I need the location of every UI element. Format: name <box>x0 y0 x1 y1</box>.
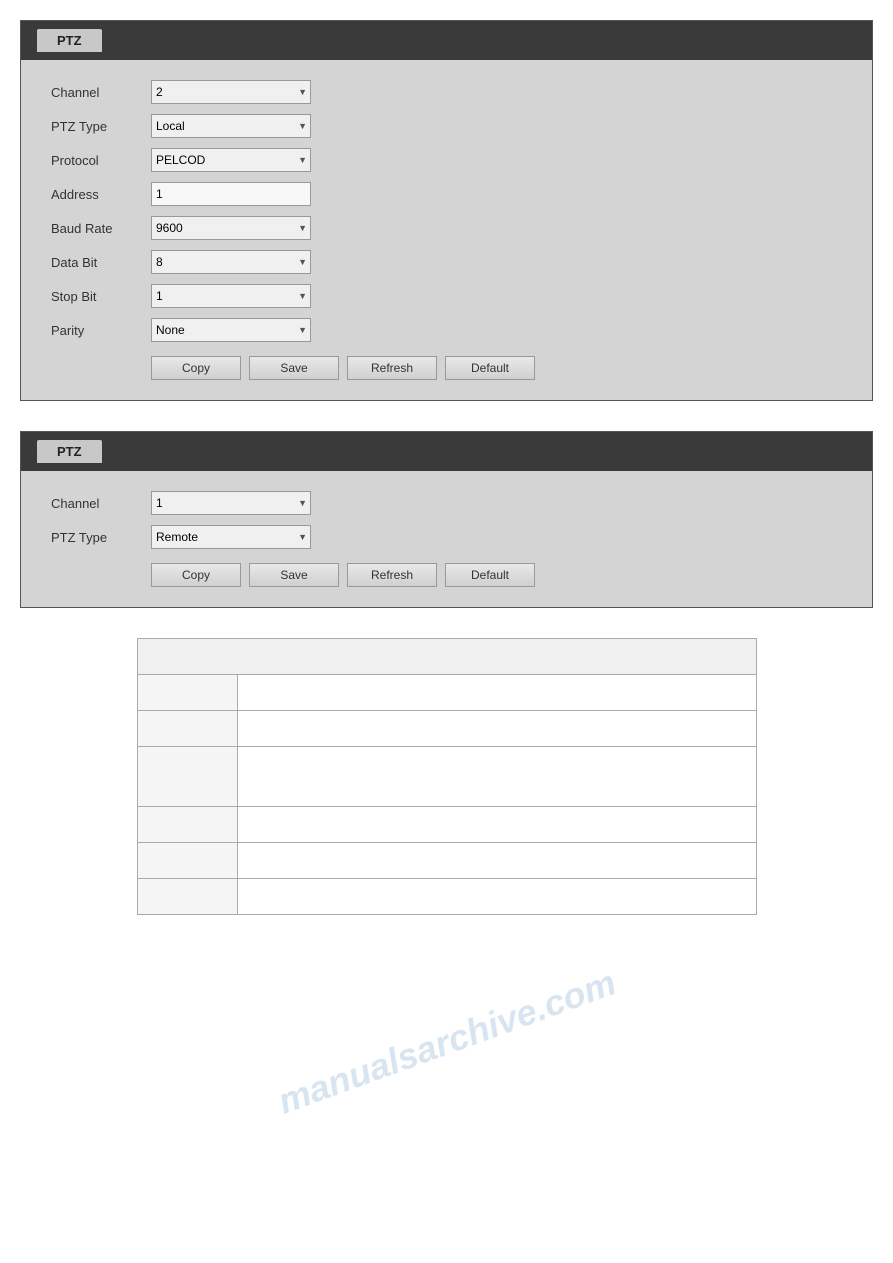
databit-select-wrapper[interactable]: 8 7 <box>151 250 311 274</box>
watermark: manualsarchive.com <box>272 961 621 1122</box>
table-row <box>137 639 756 675</box>
table-cell-left <box>137 807 237 843</box>
table-cell-left <box>137 843 237 879</box>
refresh-button-2[interactable]: Refresh <box>347 563 437 587</box>
protocol-select-wrapper[interactable]: PELCOD PELCOP <box>151 148 311 172</box>
table-row <box>137 711 756 747</box>
protocol-select[interactable]: PELCOD PELCOP <box>151 148 311 172</box>
parity-select-wrapper[interactable]: None Odd Even <box>151 318 311 342</box>
ptz-header-2: PTZ <box>21 432 872 471</box>
table-cell-left <box>137 711 237 747</box>
channel-row-1: Channel 2 1 3 4 <box>51 80 842 104</box>
protocol-row: Protocol PELCOD PELCOP <box>51 148 842 172</box>
save-button-2[interactable]: Save <box>249 563 339 587</box>
table-header-cell <box>137 639 756 675</box>
stopbit-select[interactable]: 1 2 <box>151 284 311 308</box>
channel-row-2: Channel 1 2 3 4 <box>51 491 842 515</box>
default-button-1[interactable]: Default <box>445 356 535 380</box>
databit-row: Data Bit 8 7 <box>51 250 842 274</box>
table-cell-left <box>137 675 237 711</box>
table-row <box>137 807 756 843</box>
button-row-2: Copy Save Refresh Default <box>51 563 842 587</box>
channel-select-wrapper-2[interactable]: 1 2 3 4 <box>151 491 311 515</box>
ptztype-select-2[interactable]: Remote Local <box>151 525 311 549</box>
channel-label-2: Channel <box>51 496 151 511</box>
copy-button-2[interactable]: Copy <box>151 563 241 587</box>
ptz-header-1: PTZ <box>21 21 872 60</box>
table-cell-right <box>237 711 756 747</box>
copy-button-1[interactable]: Copy <box>151 356 241 380</box>
baudrate-select[interactable]: 9600 4800 19200 38400 <box>151 216 311 240</box>
address-label: Address <box>51 187 151 202</box>
stopbit-row: Stop Bit 1 2 <box>51 284 842 308</box>
channel-select-1[interactable]: 2 1 3 4 <box>151 80 311 104</box>
baudrate-label: Baud Rate <box>51 221 151 236</box>
baudrate-row: Baud Rate 9600 4800 19200 38400 <box>51 216 842 240</box>
table-cell-left <box>137 879 237 915</box>
databit-select[interactable]: 8 7 <box>151 250 311 274</box>
table-cell-right <box>237 807 756 843</box>
channel-select-wrapper-1[interactable]: 2 1 3 4 <box>151 80 311 104</box>
table-cell-left <box>137 747 237 807</box>
stopbit-select-wrapper[interactable]: 1 2 <box>151 284 311 308</box>
ptztype-select-1[interactable]: Local Remote <box>151 114 311 138</box>
table-cell-right <box>237 747 756 807</box>
table-row <box>137 675 756 711</box>
stopbit-label: Stop Bit <box>51 289 151 304</box>
ptz-body-2: Channel 1 2 3 4 PTZ Type Remote Local Co… <box>21 471 872 607</box>
address-input[interactable] <box>151 182 311 206</box>
ptz-title-2: PTZ <box>37 440 102 463</box>
table-row <box>137 843 756 879</box>
table-row <box>137 747 756 807</box>
ptztype-label-1: PTZ Type <box>51 119 151 134</box>
bottom-table <box>137 638 757 915</box>
ptz-panel-2: PTZ Channel 1 2 3 4 PTZ Type Remote Loca… <box>20 431 873 608</box>
parity-label: Parity <box>51 323 151 338</box>
table-cell-right <box>237 843 756 879</box>
channel-select-2[interactable]: 1 2 3 4 <box>151 491 311 515</box>
save-button-1[interactable]: Save <box>249 356 339 380</box>
address-row: Address <box>51 182 842 206</box>
ptz-title-1: PTZ <box>37 29 102 52</box>
databit-label: Data Bit <box>51 255 151 270</box>
parity-row: Parity None Odd Even <box>51 318 842 342</box>
default-button-2[interactable]: Default <box>445 563 535 587</box>
table-cell-right <box>237 879 756 915</box>
ptztype-select-wrapper-1[interactable]: Local Remote <box>151 114 311 138</box>
baudrate-select-wrapper[interactable]: 9600 4800 19200 38400 <box>151 216 311 240</box>
protocol-label: Protocol <box>51 153 151 168</box>
button-row-1: Copy Save Refresh Default <box>51 356 842 380</box>
table-row <box>137 879 756 915</box>
table-cell-right <box>237 675 756 711</box>
ptztype-row-2: PTZ Type Remote Local <box>51 525 842 549</box>
parity-select[interactable]: None Odd Even <box>151 318 311 342</box>
ptztype-row-1: PTZ Type Local Remote <box>51 114 842 138</box>
refresh-button-1[interactable]: Refresh <box>347 356 437 380</box>
ptztype-label-2: PTZ Type <box>51 530 151 545</box>
channel-label-1: Channel <box>51 85 151 100</box>
ptztype-select-wrapper-2[interactable]: Remote Local <box>151 525 311 549</box>
ptz-body-1: Channel 2 1 3 4 PTZ Type Local Remote Pr… <box>21 60 872 400</box>
ptz-panel-1: PTZ Channel 2 1 3 4 PTZ Type Local Remot… <box>20 20 873 401</box>
